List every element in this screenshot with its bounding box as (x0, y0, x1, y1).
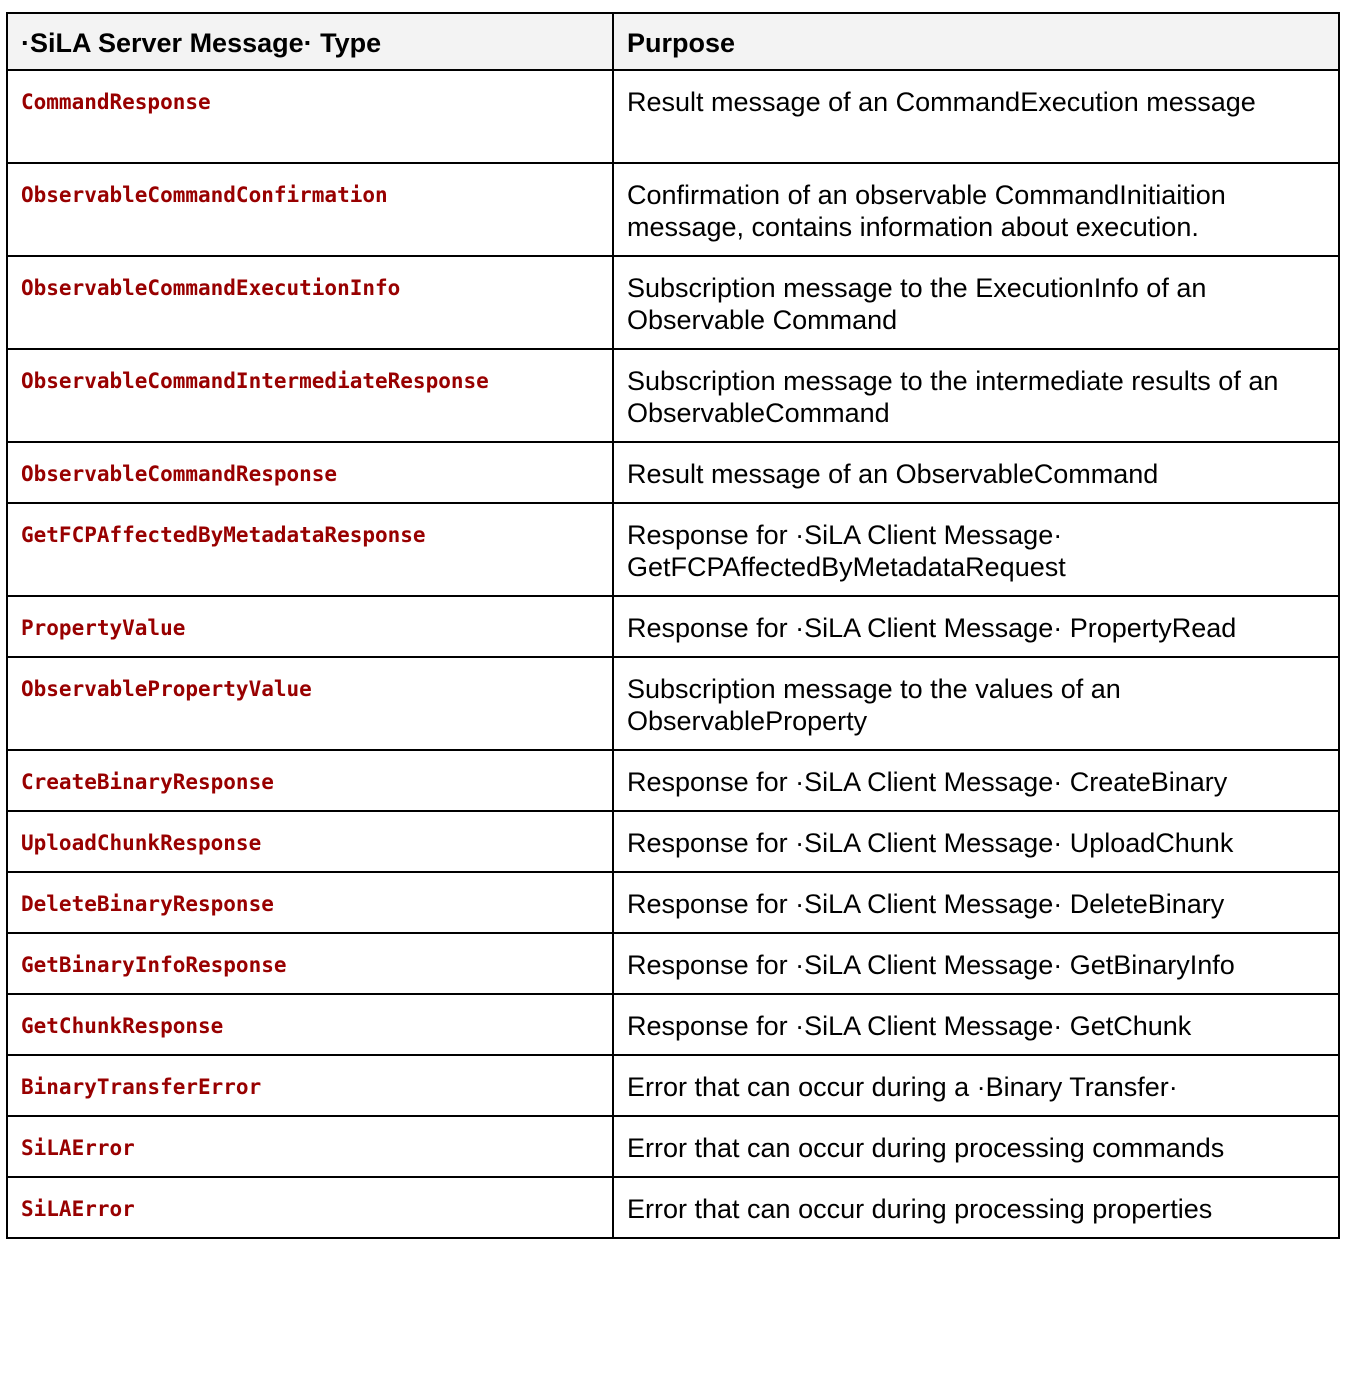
table-row: ObservableCommandResponse Result message… (6, 441, 1340, 504)
purpose-cell: Response for ·SiLA Client Message· Delet… (612, 871, 1340, 934)
table-row: BinaryTransferError Error that can occur… (6, 1054, 1340, 1117)
message-type-cell: CreateBinaryResponse (6, 749, 614, 812)
message-type-cell: ObservableCommandConfirmation (6, 162, 614, 257)
message-type-cell: CommandResponse (6, 69, 614, 164)
purpose-cell: Subscription message to the ExecutionInf… (612, 255, 1340, 350)
message-type-cell: GetFCPAffectedByMetadataResponse (6, 502, 614, 597)
purpose-cell: Result message of an ObservableCommand (612, 441, 1340, 504)
purpose-cell: Result message of an CommandExecution me… (612, 69, 1340, 164)
purpose-cell: Response for ·SiLA Client Message· GetFC… (612, 502, 1340, 597)
message-type-cell: GetBinaryInfoResponse (6, 932, 614, 995)
table-row: SiLAError Error that can occur during pr… (6, 1176, 1340, 1239)
table-row: PropertyValue Response for ·SiLA Client … (6, 595, 1340, 658)
table-row: ObservableCommandIntermediateResponse Su… (6, 348, 1340, 443)
table-row: GetChunkResponse Response for ·SiLA Clie… (6, 993, 1340, 1056)
purpose-cell: Error that can occur during a ·Binary Tr… (612, 1054, 1340, 1117)
purpose-cell: Response for ·SiLA Client Message· GetCh… (612, 993, 1340, 1056)
table-row: GetBinaryInfoResponse Response for ·SiLA… (6, 932, 1340, 995)
message-type-cell: BinaryTransferError (6, 1054, 614, 1117)
table-row: CommandResponse Result message of an Com… (6, 69, 1340, 164)
message-type-cell: ObservableCommandExecutionInfo (6, 255, 614, 350)
purpose-cell: Response for ·SiLA Client Message· GetBi… (612, 932, 1340, 995)
message-type-cell: ObservableCommandResponse (6, 441, 614, 504)
purpose-cell: Error that can occur during processing p… (612, 1176, 1340, 1239)
table-row: UploadChunkResponse Response for ·SiLA C… (6, 810, 1340, 873)
table-row: SiLAError Error that can occur during pr… (6, 1115, 1340, 1178)
purpose-cell: Response for ·SiLA Client Message· Prope… (612, 595, 1340, 658)
purpose-cell: Response for ·SiLA Client Message· Creat… (612, 749, 1340, 812)
message-type-cell: PropertyValue (6, 595, 614, 658)
purpose-cell: Confirmation of an observable CommandIni… (612, 162, 1340, 257)
table-row: GetFCPAffectedByMetadataResponse Respons… (6, 502, 1340, 597)
purpose-cell: Response for ·SiLA Client Message· Uploa… (612, 810, 1340, 873)
message-type-cell: ObservablePropertyValue (6, 656, 614, 751)
purpose-cell: Error that can occur during processing c… (612, 1115, 1340, 1178)
purpose-column-header: Purpose (612, 12, 1340, 71)
table-row: DeleteBinaryResponse Response for ·SiLA … (6, 871, 1340, 934)
type-column-header: ·SiLA Server Message· Type (6, 12, 614, 71)
table-row: ObservableCommandExecutionInfo Subscript… (6, 255, 1340, 350)
message-type-cell: DeleteBinaryResponse (6, 871, 614, 934)
message-type-cell: UploadChunkResponse (6, 810, 614, 873)
message-type-cell: SiLAError (6, 1176, 614, 1239)
server-message-types-table: ·SiLA Server Message· Type Purpose Comma… (6, 12, 1340, 1239)
header-row: ·SiLA Server Message· Type Purpose (6, 12, 1340, 71)
message-type-cell: GetChunkResponse (6, 993, 614, 1056)
message-type-cell: ObservableCommandIntermediateResponse (6, 348, 614, 443)
table-row: CreateBinaryResponse Response for ·SiLA … (6, 749, 1340, 812)
purpose-cell: Subscription message to the intermediate… (612, 348, 1340, 443)
purpose-cell: Subscription message to the values of an… (612, 656, 1340, 751)
table-row: ObservablePropertyValue Subscription mes… (6, 656, 1340, 751)
table-row: ObservableCommandConfirmation Confirmati… (6, 162, 1340, 257)
message-type-cell: SiLAError (6, 1115, 614, 1178)
